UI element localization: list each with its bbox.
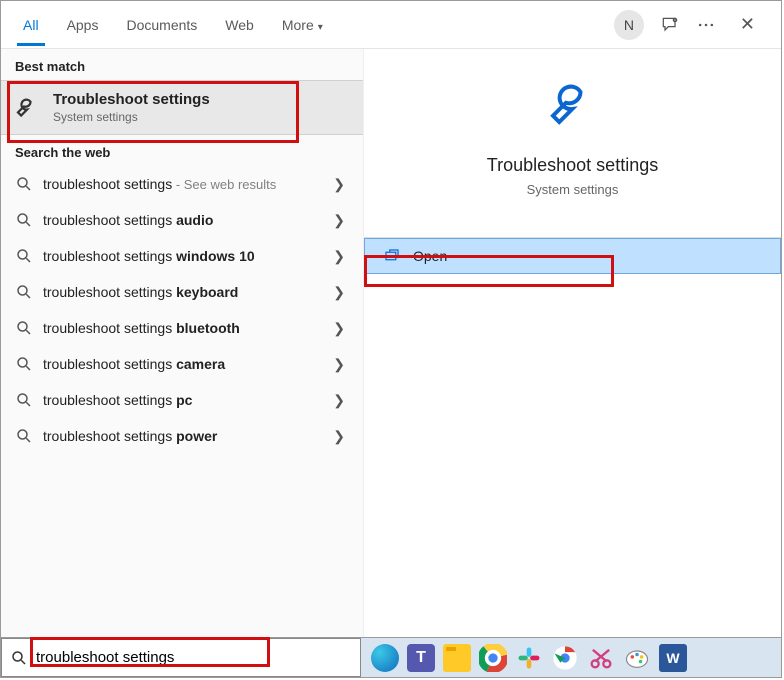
tab-all[interactable]: All: [9, 5, 53, 45]
chevron-right-icon[interactable]: ❯: [329, 248, 349, 265]
chevron-down-icon: ▾: [318, 22, 323, 33]
taskbar-slack-icon[interactable]: [515, 644, 543, 672]
web-result-item[interactable]: troubleshoot settings - See web results❯: [1, 166, 363, 202]
chevron-right-icon[interactable]: ❯: [329, 320, 349, 337]
tab-apps[interactable]: Apps: [53, 5, 113, 45]
taskbar: T W: [361, 638, 781, 677]
web-result-item[interactable]: troubleshoot settings windows 10❯: [1, 238, 363, 274]
taskbar-chrome2-icon[interactable]: [551, 644, 579, 672]
web-result-item[interactable]: troubleshoot settings camera❯: [1, 346, 363, 382]
web-result-item[interactable]: troubleshoot settings pc❯: [1, 382, 363, 418]
open-label: Open: [413, 248, 447, 264]
taskbar-paint-icon[interactable]: [623, 644, 651, 672]
search-input[interactable]: [36, 639, 352, 676]
preview-title: Troubleshoot settings: [487, 155, 658, 176]
taskbar-explorer-icon[interactable]: [443, 644, 471, 672]
tab-more[interactable]: More ▾: [268, 5, 337, 45]
chevron-right-icon[interactable]: ❯: [329, 212, 349, 229]
chevron-right-icon[interactable]: ❯: [329, 176, 349, 193]
best-match-label: Best match: [1, 49, 363, 80]
best-match-subtitle: System settings: [53, 110, 210, 124]
web-result-text: troubleshoot settings keyboard: [43, 284, 329, 300]
open-icon: [383, 247, 401, 265]
chevron-right-icon[interactable]: ❯: [329, 356, 349, 373]
feedback-icon[interactable]: [660, 15, 680, 35]
taskbar-chrome-icon[interactable]: [479, 644, 507, 672]
user-avatar[interactable]: N: [614, 10, 644, 40]
main-content: Best match Troubleshoot settings System …: [1, 49, 781, 637]
search-icon: [15, 247, 33, 265]
web-result-text: troubleshoot settings audio: [43, 212, 329, 228]
search-icon: [15, 427, 33, 445]
open-action[interactable]: Open: [364, 238, 781, 274]
preview-subtitle: System settings: [527, 182, 619, 197]
search-icon: [15, 175, 33, 193]
more-options-icon[interactable]: [696, 15, 716, 35]
web-result-text: troubleshoot settings bluetooth: [43, 320, 329, 336]
search-icon: [15, 319, 33, 337]
search-box[interactable]: [1, 638, 361, 677]
chevron-right-icon[interactable]: ❯: [329, 284, 349, 301]
web-result-item[interactable]: troubleshoot settings keyboard❯: [1, 274, 363, 310]
web-result-text: troubleshoot settings windows 10: [43, 248, 329, 264]
wrench-icon-large: [543, 77, 603, 137]
search-icon: [15, 283, 33, 301]
search-icon: [10, 649, 28, 667]
chevron-right-icon[interactable]: ❯: [329, 428, 349, 445]
search-icon: [15, 391, 33, 409]
search-icon: [15, 211, 33, 229]
web-result-text: troubleshoot settings pc: [43, 392, 329, 408]
close-button[interactable]: ✕: [732, 10, 763, 39]
chevron-right-icon[interactable]: ❯: [329, 392, 349, 409]
best-match-title: Troubleshoot settings: [53, 91, 210, 108]
web-results-list: troubleshoot settings - See web results❯…: [1, 166, 363, 454]
web-result-item[interactable]: troubleshoot settings audio❯: [1, 202, 363, 238]
preview-actions: Open: [364, 237, 781, 274]
taskbar-word-icon[interactable]: W: [659, 644, 687, 672]
taskbar-snip-icon[interactable]: [587, 644, 615, 672]
tab-more-label: More: [282, 17, 314, 33]
web-result-item[interactable]: troubleshoot settings power❯: [1, 418, 363, 454]
web-result-text: troubleshoot settings - See web results: [43, 176, 329, 192]
search-icon: [15, 355, 33, 373]
web-result-text: troubleshoot settings power: [43, 428, 329, 444]
tab-documents[interactable]: Documents: [112, 5, 211, 45]
taskbar-edge-icon[interactable]: [371, 644, 399, 672]
results-panel: Best match Troubleshoot settings System …: [1, 49, 363, 637]
web-result-item[interactable]: troubleshoot settings bluetooth❯: [1, 310, 363, 346]
taskbar-teams-icon[interactable]: T: [407, 644, 435, 672]
preview-panel: Troubleshoot settings System settings Op…: [363, 49, 781, 637]
tab-web[interactable]: Web: [211, 5, 268, 45]
bottom-bar: T W: [1, 637, 781, 677]
wrench-icon: [13, 93, 43, 123]
best-match-result[interactable]: Troubleshoot settings System settings: [1, 80, 363, 135]
search-web-label: Search the web: [1, 135, 363, 166]
web-result-text: troubleshoot settings camera: [43, 356, 329, 372]
header-tabs: All Apps Documents Web More ▾ N ✕: [1, 1, 781, 49]
